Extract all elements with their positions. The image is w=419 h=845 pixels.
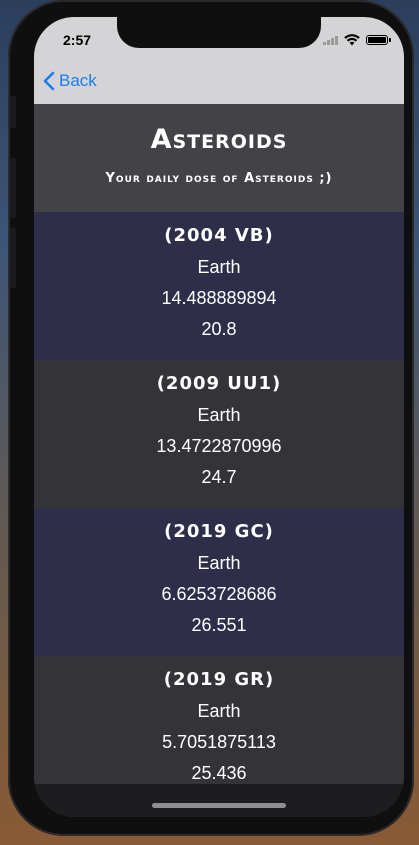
orbiting-body: Earth	[197, 553, 241, 573]
wifi-icon	[344, 34, 360, 46]
miss-distance: 6.6253728686	[161, 584, 277, 604]
home-indicator-area	[34, 784, 404, 817]
absolute-magnitude: 25.436	[191, 763, 247, 783]
asteroid-name: (2019 GC)	[164, 521, 274, 542]
chevron-left-icon	[43, 71, 55, 91]
asteroid-card[interactable]: (2004 VB) Earth 14.488889894 20.8	[34, 212, 404, 360]
orbiting-body: Earth	[197, 257, 241, 277]
asteroid-card[interactable]: (2019 GC) Earth 6.6253728686 26.551	[34, 508, 404, 656]
notch	[117, 17, 321, 48]
volume-up-button	[10, 158, 16, 218]
app-header: Asteroids Your daily dose of Asteroids ;…	[34, 104, 404, 212]
absolute-magnitude: 24.7	[201, 467, 237, 487]
home-indicator[interactable]	[152, 803, 286, 808]
miss-distance: 14.488889894	[161, 288, 277, 308]
asteroid-name: (2019 GR)	[163, 669, 275, 690]
absolute-magnitude: 26.551	[191, 615, 247, 635]
absolute-magnitude: 20.8	[201, 319, 237, 339]
status-bar: 2:57	[34, 17, 404, 65]
screen: 2:57 Back Asteroids Your daily dose of A…	[34, 17, 404, 817]
miss-distance: 13.4722870996	[156, 436, 282, 456]
status-time: 2:57	[63, 32, 92, 48]
cellular-signal-icon	[323, 35, 338, 45]
page-subtitle: Your daily dose of Asteroids ;)	[105, 171, 333, 186]
page-title: Asteroids	[150, 124, 288, 155]
asteroid-name: (2004 VB)	[164, 225, 274, 246]
miss-distance: 5.7051875113	[162, 732, 276, 752]
phone-frame: 2:57 Back Asteroids Your daily dose of A…	[8, 0, 414, 836]
asteroid-name: (2009 UU1)	[156, 373, 282, 394]
mute-switch	[10, 96, 16, 128]
battery-icon	[366, 35, 391, 45]
back-label: Back	[59, 71, 97, 90]
back-button[interactable]: Back	[43, 71, 97, 91]
asteroid-card[interactable]: (2009 UU1) Earth 13.4722870996 24.7	[34, 360, 404, 508]
orbiting-body: Earth	[197, 405, 241, 425]
volume-down-button	[10, 228, 16, 288]
status-icons	[323, 34, 391, 46]
asteroid-list[interactable]: (2004 VB) Earth 14.488889894 20.8 (2009 …	[34, 212, 404, 784]
orbiting-body: Earth	[197, 701, 241, 721]
navigation-bar: Back	[34, 65, 404, 104]
asteroid-card[interactable]: (2019 GR) Earth 5.7051875113 25.436	[34, 656, 404, 784]
